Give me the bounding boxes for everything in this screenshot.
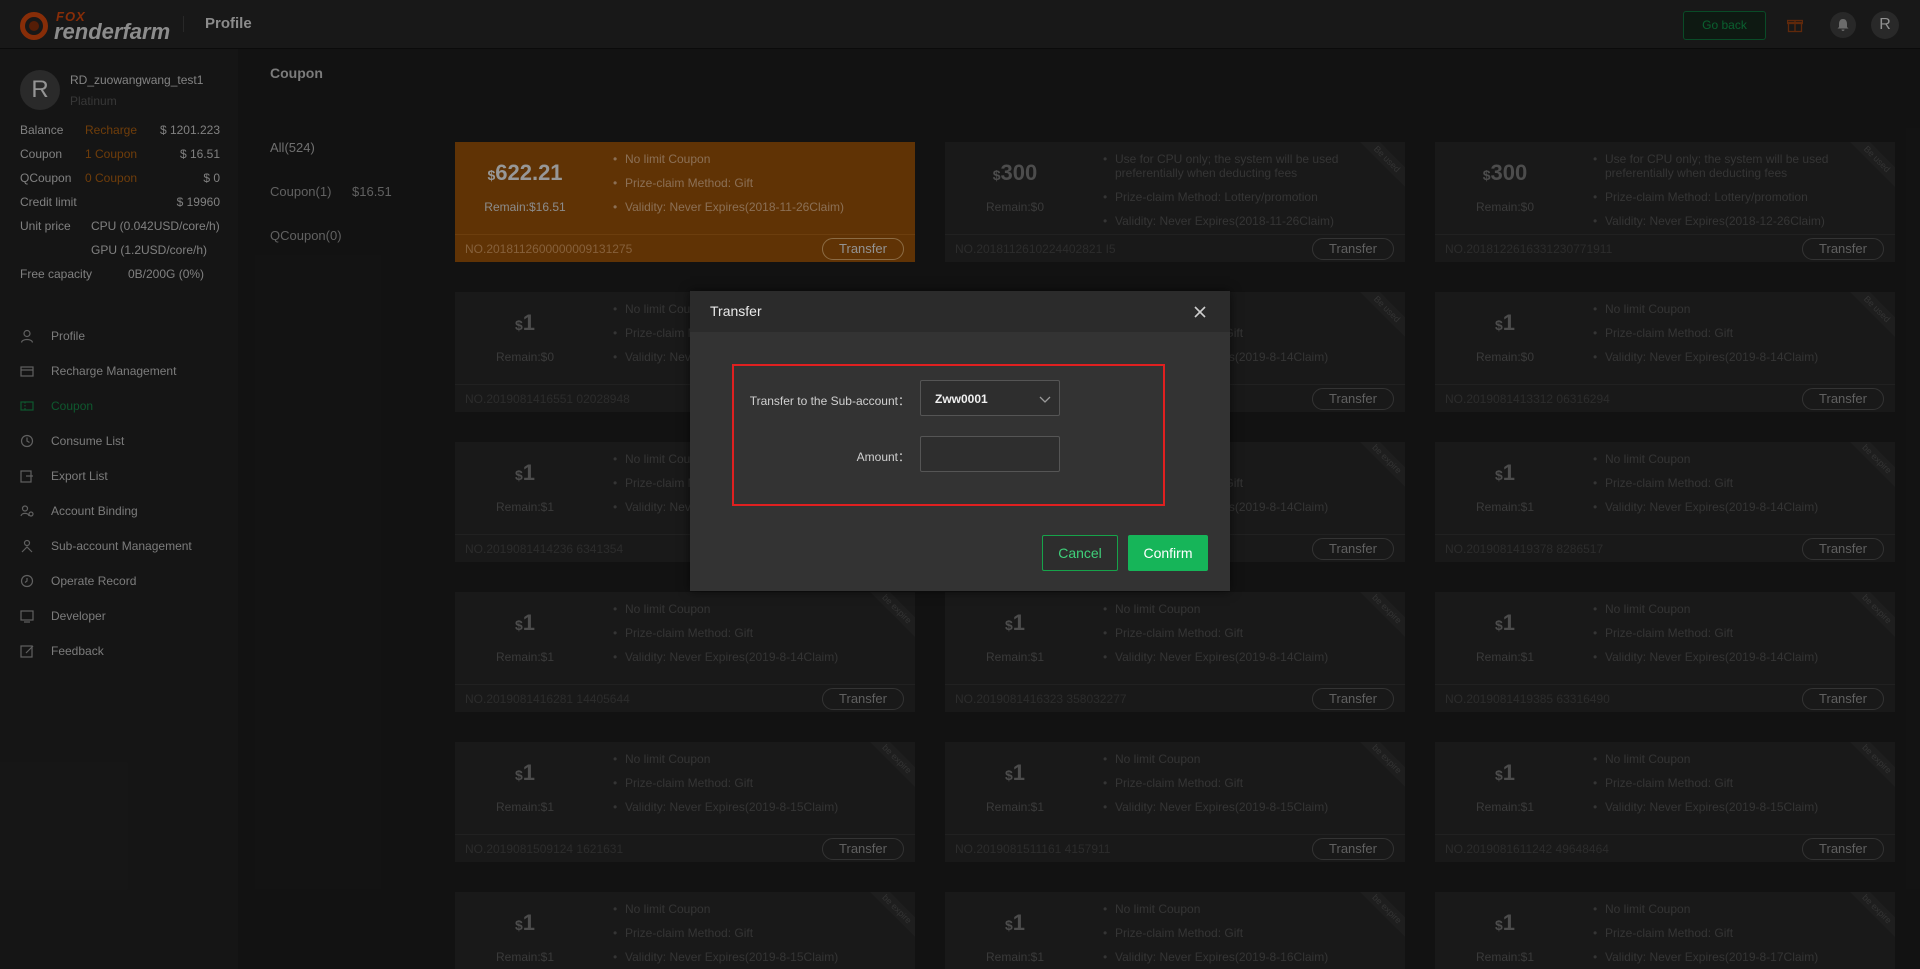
amount-input[interactable] (920, 436, 1060, 472)
chevron-down-icon (1039, 396, 1051, 403)
confirm-button[interactable]: Confirm (1128, 535, 1208, 571)
sub-account-selected-value: Zww0001 (935, 392, 988, 406)
transfer-dialog: Transfer Transfer to the Sub-account： Zw… (690, 291, 1230, 591)
dialog-header: Transfer (690, 291, 1230, 332)
app-root: FOX renderfarm Profile Go back R R RD_zu… (0, 0, 1920, 969)
cancel-button[interactable]: Cancel (1042, 535, 1118, 571)
sub-account-select[interactable]: Zww0001 (920, 380, 1060, 416)
close-icon[interactable] (1193, 305, 1207, 319)
dialog-title: Transfer (710, 303, 762, 319)
amount-label: Amount： (856, 450, 910, 464)
sub-account-label: Transfer to the Sub-account： (749, 394, 910, 408)
